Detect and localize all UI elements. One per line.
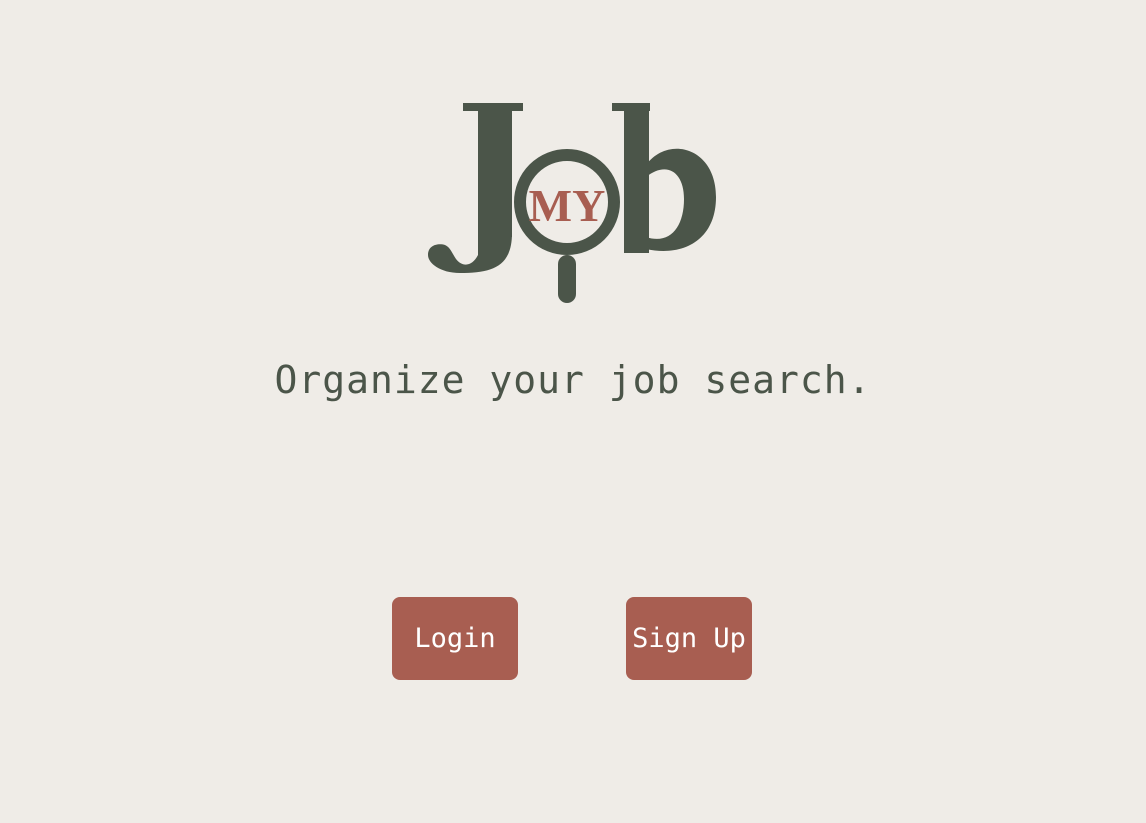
logo-badge-text: MY: [529, 180, 606, 231]
myjob-logo: MY Job: [420, 95, 725, 310]
signup-button[interactable]: Sign Up: [626, 597, 752, 680]
tagline: Organize your job search.: [274, 358, 872, 402]
login-button[interactable]: Login: [392, 597, 518, 680]
logo-wordmark: Job: [420, 310, 421, 311]
